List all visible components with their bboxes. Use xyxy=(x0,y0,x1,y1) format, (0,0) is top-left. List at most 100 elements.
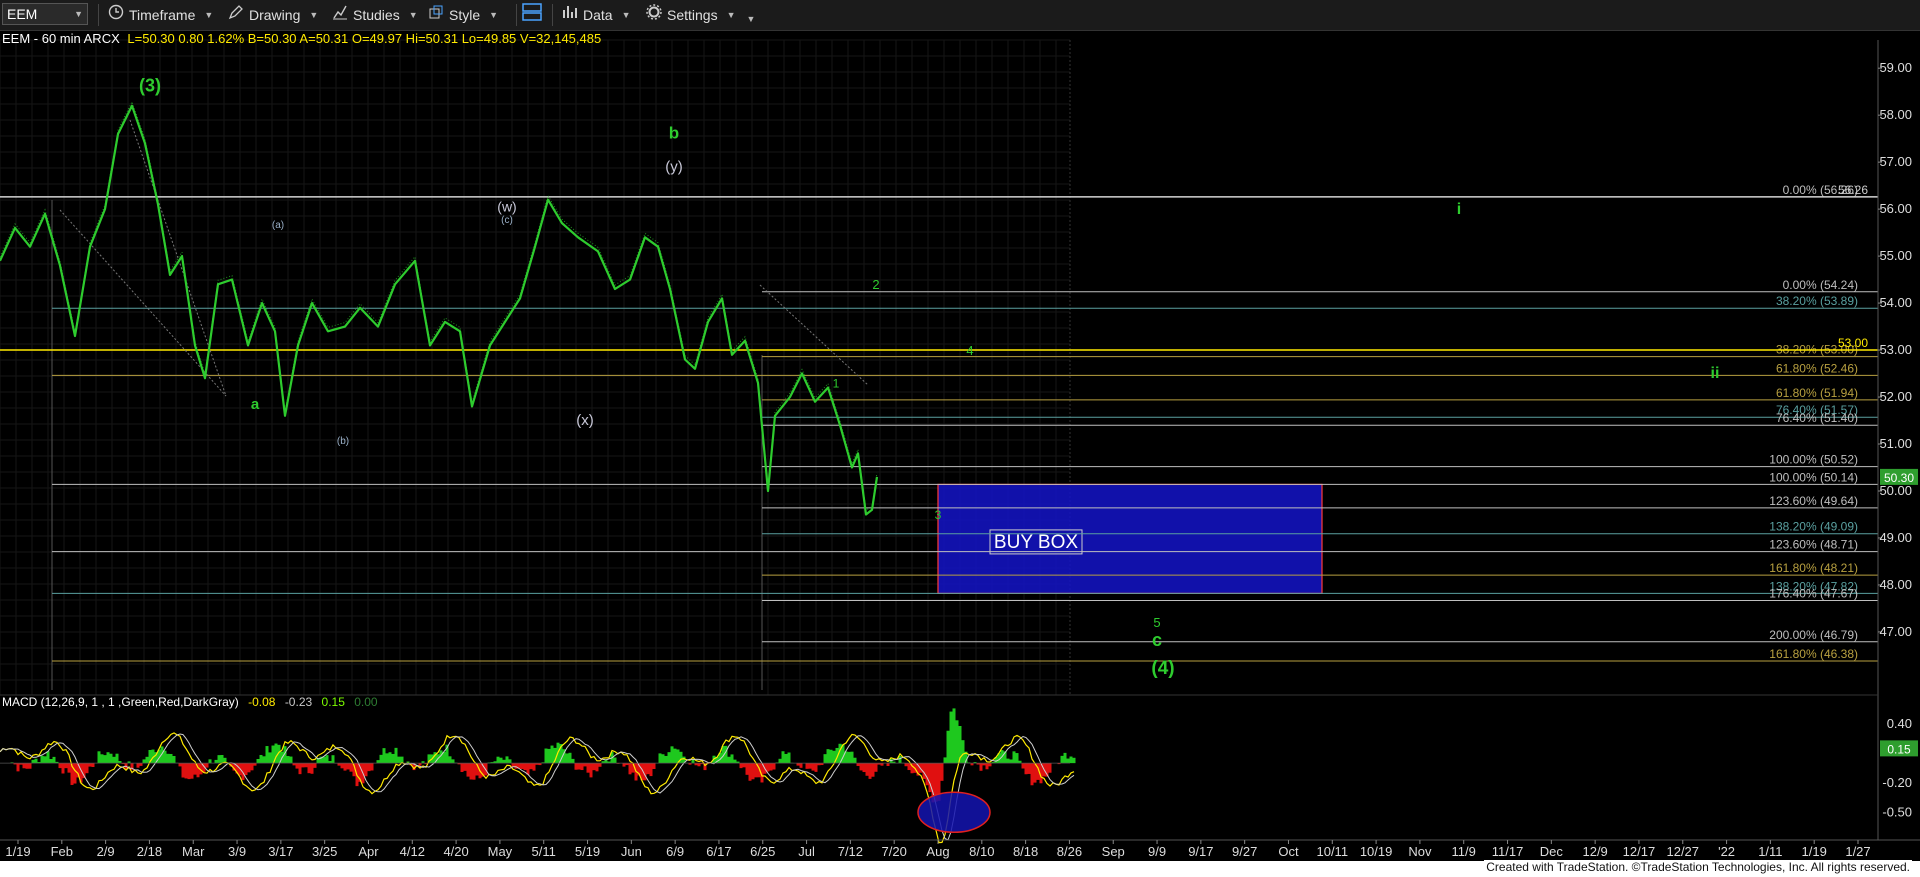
caret-down-icon: ▼ xyxy=(309,10,319,20)
time-tick-label: 1/19 xyxy=(1802,844,1827,859)
layout-icon xyxy=(522,2,542,28)
time-tick-label: 3/9 xyxy=(228,844,246,859)
time-tick-label: 8/10 xyxy=(969,844,994,859)
data-button[interactable]: Data ▼ xyxy=(562,4,631,26)
wave-label: 4 xyxy=(966,343,973,358)
caret-down-icon: ▼ xyxy=(621,10,631,20)
price-tick-label: 47.00 xyxy=(1879,624,1912,639)
price-axis-background xyxy=(1878,30,1920,695)
price-tick-label: 59.00 xyxy=(1879,60,1912,75)
macd-signal-value: -0.23 xyxy=(284,695,313,709)
macd-tick-label: -0.20 xyxy=(1882,775,1912,790)
fib-level-label: 38.20% (53.89) xyxy=(1776,294,1858,308)
time-tick-label: 2/9 xyxy=(97,844,115,859)
chart-canvas: BUY BOX 0.00% (56.26)0.00% (54.24)38.20%… xyxy=(0,30,1920,859)
time-tick-label: 9/17 xyxy=(1188,844,1213,859)
macd-tick-label: 0.40 xyxy=(1887,716,1912,731)
macd-value: -0.08 xyxy=(248,695,276,709)
price-tick-label: 53.00 xyxy=(1879,342,1912,357)
time-tick-label: 1/27 xyxy=(1845,844,1870,859)
fib-level-label: 61.80% (51.94) xyxy=(1776,386,1858,400)
level-56-label: 56.26 xyxy=(1838,183,1868,197)
time-tick-label: 12/27 xyxy=(1666,844,1699,859)
symbol-selector[interactable]: EEM ▼ xyxy=(2,3,88,25)
fib-level-label: 61.80% (52.46) xyxy=(1776,361,1858,375)
macd-tick-label: 0.15 xyxy=(1887,742,1911,756)
wave-label: 3 xyxy=(935,508,942,522)
symbol-value: EEM xyxy=(7,6,38,22)
layout-toggle-button[interactable] xyxy=(522,2,542,28)
time-tick-label: 9/9 xyxy=(1148,844,1166,859)
time-tick-label: 12/9 xyxy=(1582,844,1607,859)
time-tick-label: 3/25 xyxy=(312,844,337,859)
gear-icon xyxy=(646,4,662,26)
wave-label: b xyxy=(669,124,679,143)
fib-level-label: 100.00% (50.14) xyxy=(1769,470,1858,484)
toolbar-divider xyxy=(552,4,553,26)
time-tick-label: 5/19 xyxy=(575,844,600,859)
studies-button[interactable]: Studies ▼ xyxy=(332,4,418,26)
wave-label: a xyxy=(251,396,260,413)
copyright-footer: Created with TradeStation. ©TradeStation… xyxy=(1484,860,1912,874)
macd-title: MACD (12,26,9, 1 , 1 ,Green,Red,DarkGray… xyxy=(2,695,239,709)
wave-label: c xyxy=(1152,630,1162,650)
price-tick-label: 52.00 xyxy=(1879,389,1912,404)
wave-label: (a) xyxy=(272,220,284,231)
time-tick-label: 6/25 xyxy=(750,844,775,859)
clock-icon xyxy=(108,4,124,26)
macd-legend: MACD (12,26,9, 1 , 1 ,Green,Red,DarkGray… xyxy=(2,695,378,709)
time-tick-label: 6/9 xyxy=(666,844,684,859)
level-53-label: 53.00 xyxy=(1838,336,1868,350)
wave-label: 5 xyxy=(1153,615,1160,630)
price-tick-label: 58.00 xyxy=(1879,107,1912,122)
chevron-down-icon: ▼ xyxy=(74,9,83,19)
time-tick-label: Sep xyxy=(1102,844,1125,859)
time-tick-label: '22 xyxy=(1718,844,1735,859)
time-tick-label: Oct xyxy=(1278,844,1299,859)
caret-down-icon: ▼ xyxy=(489,10,499,20)
wave-label: 2 xyxy=(872,277,879,292)
quote-values: L=50.30 0.80 1.62% B=50.30 A=50.31 O=49.… xyxy=(127,31,602,46)
fib-level-label: 200.00% (46.79) xyxy=(1769,628,1858,642)
time-tick-label: Dec xyxy=(1540,844,1564,859)
time-tick-label: 6/17 xyxy=(706,844,731,859)
macd-tick-label: -0.50 xyxy=(1882,804,1912,819)
last-price-label: 50.30 xyxy=(1884,471,1914,485)
drawing-button[interactable]: Drawing ▼ xyxy=(228,4,318,26)
time-tick-label: 7/20 xyxy=(882,844,907,859)
style-label: Style xyxy=(449,7,481,23)
data-label: Data xyxy=(583,7,613,23)
macd-low-highlight xyxy=(917,791,991,834)
caret-down-icon: ▼ xyxy=(746,14,756,24)
time-tick-label: 10/11 xyxy=(1316,844,1348,859)
price-tick-label: 51.00 xyxy=(1879,436,1912,451)
fib-level-label: 123.60% (49.64) xyxy=(1769,494,1858,508)
settings-button[interactable]: Settings ▼ ▼ xyxy=(646,4,755,26)
time-tick-label: Apr xyxy=(358,844,379,859)
symbol-description: EEM - 60 min ARCX xyxy=(2,31,120,46)
fib-level-label: 0.00% (54.24) xyxy=(1783,278,1858,292)
time-tick-label: 1/19 xyxy=(5,844,30,859)
price-tick-label: 56.00 xyxy=(1879,201,1912,216)
toolbar-divider xyxy=(516,4,517,26)
wave-label: (3) xyxy=(139,76,161,96)
studies-icon xyxy=(332,4,348,26)
caret-down-icon: ▼ xyxy=(408,10,418,20)
time-tick-label: Feb xyxy=(51,844,73,859)
time-tick-label: Nov xyxy=(1408,844,1432,859)
time-tick-label: 3/17 xyxy=(268,844,293,859)
wave-label: (4) xyxy=(1151,658,1174,679)
fib-level-label: 123.60% (48.71) xyxy=(1769,538,1858,552)
symbol-info-line: EEM - 60 min ARCX L=50.30 0.80 1.62% B=5… xyxy=(2,30,601,48)
wave-label: ii xyxy=(1711,365,1720,382)
fib-level-label: 161.80% (48.21) xyxy=(1769,561,1858,575)
time-tick-label: 5/11 xyxy=(532,844,556,859)
time-tick-label: 11/17 xyxy=(1492,844,1524,859)
timeframe-button[interactable]: Timeframe ▼ xyxy=(108,4,213,26)
caret-down-icon: ▼ xyxy=(204,10,214,20)
style-button[interactable]: Style ▼ xyxy=(428,4,498,26)
time-tick-label: May xyxy=(488,844,513,859)
time-tick-label: 2/18 xyxy=(137,844,162,859)
time-tick-label: Jun xyxy=(621,844,642,859)
toolbar-divider xyxy=(98,4,99,26)
